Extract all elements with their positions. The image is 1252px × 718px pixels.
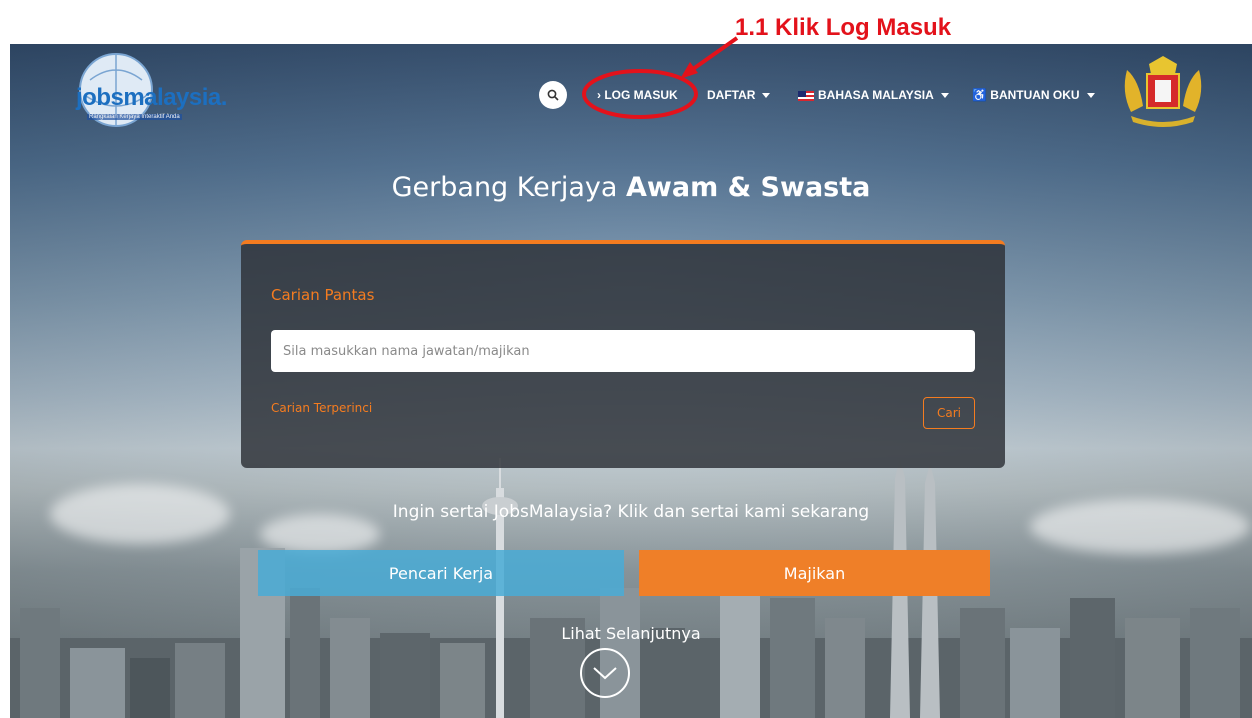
job-search-input[interactable] (271, 330, 975, 372)
hero-heading: Gerbang Kerjaya Awam & Swasta (10, 172, 1252, 203)
join-prompt: Ingin sertai JobsMalaysia? Klik dan sert… (392, 502, 870, 522)
chevron-down-icon (1086, 93, 1095, 99)
chevron-down-icon (940, 93, 949, 99)
hero-section: jobsmalaysia. Rangkaian Kerjaya Interakt… (10, 44, 1252, 718)
see-more-label: Lihat Selanjutnya (561, 624, 701, 643)
language-label: BAHASA MALAYSIA (818, 88, 934, 102)
hero-heading-bold: Awam & Swasta (626, 172, 871, 203)
annotation-step-label: 1.1 Klik Log Masuk (735, 14, 952, 41)
jobsmalaysia-logo[interactable]: jobsmalaysia. Rangkaian Kerjaya Interakt… (42, 50, 227, 134)
logo-tagline: Rangkaian Kerjaya Interaktif Anda (87, 114, 182, 120)
search-submit-button[interactable]: Cari (923, 397, 975, 429)
login-link[interactable]: › LOG MASUK (597, 82, 678, 108)
city-skyline-image (10, 458, 1252, 718)
quick-search-panel: Carian Pantas Carian Terperinci Cari (241, 240, 1005, 468)
register-menu[interactable]: DAFTAR (707, 82, 771, 108)
hero-heading-normal: Gerbang Kerjaya (391, 172, 627, 203)
language-menu[interactable]: BAHASA MALAYSIA (798, 82, 949, 108)
chevron-down-icon (593, 667, 617, 680)
quick-search-title: Carian Pantas (271, 286, 375, 304)
search-icon (547, 89, 559, 101)
malaysia-flag-icon (798, 90, 814, 101)
accessibility-menu[interactable]: ♿ BANTUAN OKU (972, 82, 1095, 108)
chevron-down-icon (762, 93, 771, 99)
employer-button[interactable]: Majikan (639, 550, 990, 596)
scroll-down-button[interactable] (580, 648, 630, 698)
coat-of-arms-logo (1124, 56, 1202, 127)
logo-text: jobsmalaysia. (76, 84, 227, 111)
accessibility-label: ♿ BANTUAN OKU (972, 88, 1080, 102)
advanced-search-link[interactable]: Carian Terperinci (271, 401, 372, 415)
register-label: DAFTAR (707, 88, 756, 102)
job-seeker-button[interactable]: Pencari Kerja (258, 550, 624, 596)
search-button[interactable] (539, 81, 567, 109)
